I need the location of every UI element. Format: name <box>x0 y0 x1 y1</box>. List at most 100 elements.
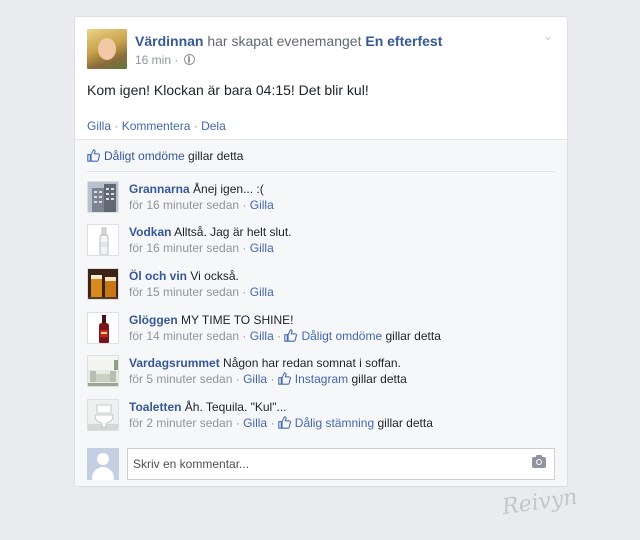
post-time[interactable]: 16 min <box>135 53 171 67</box>
thumbs-up-icon <box>284 329 298 342</box>
comment-liked-suffix: gillar detta <box>351 372 407 386</box>
living-room-image <box>88 356 118 386</box>
meta-separator: · <box>235 372 240 386</box>
avatar-head <box>97 453 109 465</box>
globe-icon[interactable] <box>183 54 195 65</box>
comment-body: Toaletten Åh. Tequila. "Kul"... för 2 mi… <box>129 399 433 431</box>
comment-author[interactable]: Toaletten <box>129 400 181 414</box>
comment-input[interactable] <box>127 448 555 480</box>
building-icon[interactable] <box>87 181 119 213</box>
likes-line: Dåligt omdöme gillar detta <box>87 149 243 163</box>
comment-time[interactable]: för 5 minuter sedan <box>129 372 232 386</box>
actions-separator: · <box>114 119 119 133</box>
event-link[interactable]: En efterfest <box>365 33 442 49</box>
avatar-torso <box>92 467 114 480</box>
comment-time[interactable]: för 16 minuter sedan <box>129 241 239 255</box>
living-room-icon[interactable] <box>87 355 119 387</box>
avatar-face <box>98 38 116 60</box>
liker-link[interactable]: Dåligt omdöme <box>104 149 185 163</box>
glogg-bottle-icon[interactable] <box>87 312 119 344</box>
meta-separator: · <box>242 285 247 299</box>
vodka-bottle-icon[interactable] <box>87 224 119 256</box>
post-header: Värdinnan har skapat evenemanget En efte… <box>87 29 555 73</box>
post-card: Värdinnan har skapat evenemanget En efte… <box>74 16 568 487</box>
meta-separator: · <box>242 241 247 255</box>
toilet-image <box>88 400 118 430</box>
comment-body: Öl och vin Vi också. för 15 minuter seda… <box>129 268 274 300</box>
chevron-down-icon[interactable]: ⌄ <box>541 29 555 43</box>
comment-author[interactable]: Grannarna <box>129 182 190 196</box>
comment-text: Åh. Tequila. "Kul"... <box>184 400 287 414</box>
comment-meta: för 14 minuter sedan · Gilla · Dåligt om… <box>129 328 441 344</box>
comment-text: Någon har redan somnat i soffan. <box>223 356 401 370</box>
comment-body: Vardagsrummet Någon har redan somnat i s… <box>129 355 407 387</box>
comment-composer <box>87 448 555 480</box>
comment-like-link[interactable]: Gilla <box>250 198 274 212</box>
comment-liker-link[interactable]: Dåligt omdöme <box>301 329 382 343</box>
camera-icon[interactable] <box>532 455 546 468</box>
comment-author[interactable]: Glöggen <box>129 313 178 327</box>
comment-liked-suffix: gillar detta <box>385 329 441 343</box>
comment-meta: för 2 minuter sedan · Gilla · Dålig stäm… <box>129 415 433 431</box>
comment-author[interactable]: Öl och vin <box>129 269 187 283</box>
current-user-avatar <box>87 448 119 480</box>
feedback-section: Dåligt omdöme gillar detta Grannarna Åne… <box>75 140 567 486</box>
comment-time[interactable]: för 14 minuter sedan <box>129 329 239 343</box>
toilet-icon[interactable] <box>87 399 119 431</box>
comment-text: Ånej igen... :( <box>193 182 264 196</box>
comment-item: Öl och vin Vi också. för 15 minuter seda… <box>87 268 555 302</box>
comment-text: Vi också. <box>190 269 239 283</box>
comment-body: Vodkan Alltså. Jag är helt slut. för 16 … <box>129 224 292 256</box>
comment-link[interactable]: Kommentera <box>122 119 191 133</box>
comment-item: Glöggen MY TIME TO SHINE! för 14 minuter… <box>87 312 555 346</box>
glogg-bottle-image <box>88 313 118 343</box>
artist-signature: Reivyn <box>500 484 580 521</box>
author-avatar[interactable] <box>87 29 127 69</box>
comment-meta: för 16 minuter sedan · Gilla <box>129 240 292 256</box>
action-text: har skapat evenemanget <box>207 33 362 49</box>
comment-time[interactable]: för 2 minuter sedan <box>129 416 232 430</box>
comment-item: Vardagsrummet Någon har redan somnat i s… <box>87 355 555 389</box>
beer-glasses-icon[interactable] <box>87 268 119 300</box>
comment-meta: för 15 minuter sedan · Gilla <box>129 284 274 300</box>
likes-suffix: gillar detta <box>188 149 244 163</box>
thumbs-up-icon <box>87 149 100 162</box>
thumbs-up-icon <box>278 372 291 385</box>
comment-author[interactable]: Vardagsrummet <box>129 356 220 370</box>
post-header-text: Värdinnan har skapat evenemanget En efte… <box>135 33 442 49</box>
comment-item: Toaletten Åh. Tequila. "Kul"... för 2 mi… <box>87 399 555 433</box>
comment-body: Grannarna Ånej igen... :( för 16 minuter… <box>129 181 274 213</box>
comment-item: Grannarna Ånej igen... :( för 16 minuter… <box>87 181 555 215</box>
comment-time[interactable]: för 16 minuter sedan <box>129 198 239 212</box>
comment-like-link[interactable]: Gilla <box>250 285 274 299</box>
author-name-link[interactable]: Värdinnan <box>135 33 203 49</box>
actions-separator: · <box>193 119 198 133</box>
comment-text: Alltså. Jag är helt slut. <box>174 225 292 239</box>
comment-liker-link[interactable]: Instagram <box>295 372 348 386</box>
beer-glasses-image <box>88 269 118 299</box>
comment-liker-link[interactable]: Dålig stämning <box>295 416 374 430</box>
meta-separator: · <box>270 372 275 386</box>
meta-separator: · <box>242 198 247 212</box>
likes-divider <box>87 171 555 172</box>
meta-separator: · <box>235 416 240 430</box>
comment-like-link[interactable]: Gilla <box>243 416 267 430</box>
meta-separator: · <box>270 416 275 430</box>
comment-time[interactable]: för 15 minuter sedan <box>129 285 239 299</box>
comment-author[interactable]: Vodkan <box>129 225 171 239</box>
comment-like-link[interactable]: Gilla <box>250 329 274 343</box>
meta-separator: · <box>277 329 282 343</box>
share-link[interactable]: Dela <box>201 119 226 133</box>
comment-meta: för 16 minuter sedan · Gilla <box>129 197 274 213</box>
comment-item: Vodkan Alltså. Jag är helt slut. för 16 … <box>87 224 555 258</box>
like-link[interactable]: Gilla <box>87 119 111 133</box>
post-actions: Gilla · Kommentera · Dela <box>87 119 226 133</box>
meta-separator: · <box>242 329 247 343</box>
thumbs-up-icon <box>278 416 291 429</box>
post-text: Kom igen! Klockan är bara 04:15! Det bli… <box>87 82 369 98</box>
building-image <box>88 182 118 212</box>
comment-like-link[interactable]: Gilla <box>243 372 267 386</box>
comment-like-link[interactable]: Gilla <box>250 241 274 255</box>
meta-separator: · <box>174 53 179 67</box>
comment-liked-suffix: gillar detta <box>377 416 433 430</box>
